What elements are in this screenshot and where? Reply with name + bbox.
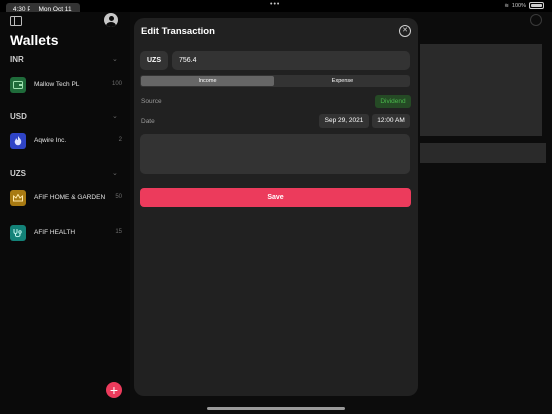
section-uzs: UZS — [10, 169, 26, 178]
wifi-icon: ≋ — [504, 2, 509, 9]
currency-button[interactable]: UZS — [140, 51, 168, 70]
date-picker[interactable]: Sep 29, 2021 — [319, 114, 369, 128]
amount-input[interactable]: 756.4 — [172, 51, 410, 70]
wallet-name: AFIF HOME & GARDEN — [34, 194, 106, 201]
summary-row — [420, 143, 546, 163]
notes-field[interactable] — [140, 134, 410, 174]
segment-income[interactable]: Income — [141, 76, 274, 86]
wallet-value: 2 — [118, 137, 122, 143]
wallet-aqwire[interactable]: Aqwire Inc. 2 — [10, 131, 122, 151]
battery-percent: 100% — [511, 2, 526, 9]
modal-title: Edit Transaction — [141, 26, 215, 37]
wallet-value: 15 — [115, 229, 122, 235]
stethoscope-icon — [10, 225, 26, 241]
wallet-afif-health[interactable]: AFIF HEALTH 15 — [10, 223, 122, 243]
wallet-name: Mallow Tech PL — [34, 81, 80, 88]
multitasking-dots-icon[interactable]: ••• — [270, 1, 280, 8]
wallet-value: 100 — [111, 81, 122, 87]
wallet-afif-home-garden[interactable]: AFIF HOME & GARDEN 50 — [10, 188, 122, 208]
home-indicator[interactable] — [207, 407, 345, 410]
chevron-down-icon[interactable]: ⌄ — [112, 112, 118, 120]
section-usd: USD — [10, 112, 27, 121]
sidebar-toggle-icon[interactable] — [10, 16, 22, 26]
transaction-type-segmented-control: Income Expense — [140, 75, 410, 87]
segment-expense[interactable]: Expense — [276, 76, 409, 86]
crown-icon — [10, 190, 26, 206]
edit-transaction-modal: Edit Transaction ✕ UZS 756.4 Income Expe… — [134, 18, 418, 396]
close-icon[interactable]: ✕ — [399, 25, 411, 37]
wallet-value: 50 — [115, 194, 122, 200]
add-wallet-button[interactable]: + — [106, 382, 122, 398]
flame-icon — [10, 133, 26, 149]
edit-icon — [530, 14, 542, 26]
chevron-down-icon[interactable]: ⌄ — [112, 169, 118, 177]
chevron-down-icon[interactable]: ⌄ — [112, 55, 118, 63]
wallet-name: AFIF HEALTH — [34, 229, 76, 236]
date-label: Date — [141, 118, 155, 125]
status-bar: 4:30 PM Mon Oct 11 ••• ≋ 100% — [0, 0, 552, 17]
source-picker[interactable]: Dividend — [375, 95, 411, 108]
sidebar-title: Wallets — [10, 32, 59, 48]
source-label: Source — [141, 98, 162, 105]
save-button[interactable]: Save — [140, 188, 411, 207]
wallet-name: Aqwire Inc. — [34, 137, 67, 144]
battery-icon — [529, 2, 544, 9]
time-picker[interactable]: 12:00 AM — [372, 114, 410, 128]
wallet-icon — [10, 77, 26, 93]
section-inr: INR — [10, 55, 24, 64]
profile-icon[interactable] — [104, 13, 118, 27]
status-right: ≋ 100% — [504, 2, 544, 9]
wallet-mallow-tech[interactable]: Mallow Tech PL 100 — [10, 75, 122, 95]
sidebar: Wallets INR ⌄ Mallow Tech PL 100 USD ⌄ A… — [0, 12, 130, 414]
summary-card — [420, 44, 542, 136]
